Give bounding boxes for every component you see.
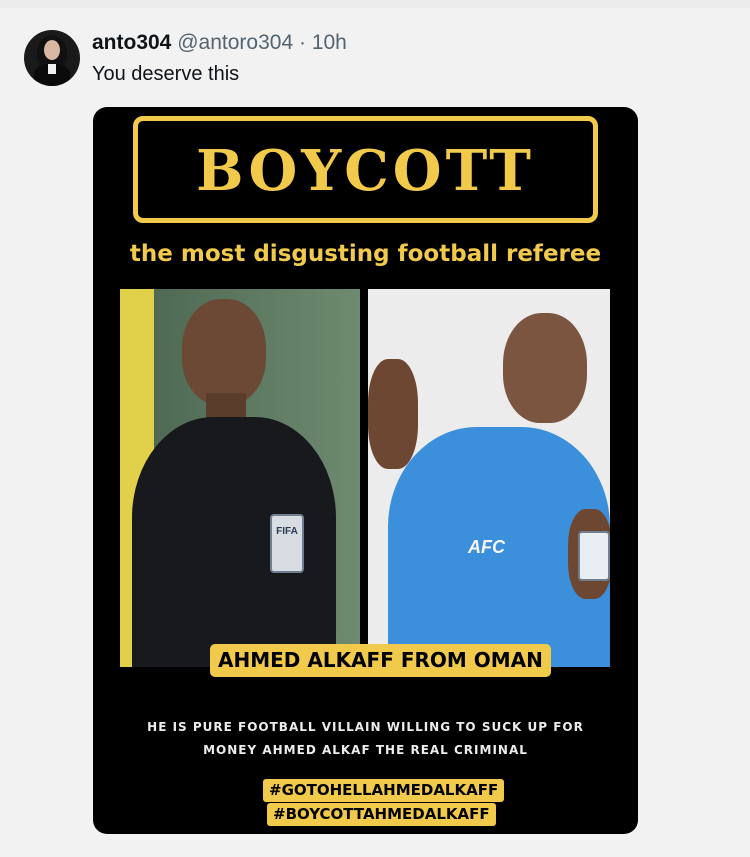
referee-badge (578, 531, 610, 581)
boycott-banner: BOYCOTT (133, 116, 598, 223)
tweet-header: anto304 @antoro304 · 10h (92, 31, 347, 55)
top-divider (0, 0, 750, 8)
referee-black-kit (132, 417, 336, 667)
fifa-badge-text: FIFA (276, 526, 298, 537)
avatar-shirt (48, 64, 56, 74)
referee-name-label: AHMED ALKAFF FROM OMAN (210, 644, 551, 677)
caption-line-1: HE IS PURE FOOTBALL VILLAIN WILLING TO S… (147, 720, 584, 734)
fifa-badge: FIFA (270, 514, 304, 573)
referee-raised-hand (368, 359, 418, 469)
hashtag-boycott: #BOYCOTTAHMEDALKAFF (267, 803, 496, 826)
separator-dot: · (298, 31, 306, 54)
timestamp[interactable]: 10h (312, 31, 347, 54)
user-handle[interactable]: @antoro304 (177, 31, 293, 54)
tweet-media-image[interactable]: BOYCOTT the most disgusting football ref… (93, 107, 638, 834)
referee-head (503, 313, 587, 423)
caption-line-2: MONEY AHMED ALKAF THE REAL CRIMINAL (203, 743, 528, 757)
referee-photo-left: FIFA (120, 289, 360, 667)
avatar[interactable] (24, 30, 80, 86)
referee-head (182, 299, 266, 405)
afc-logo: AFC (468, 537, 505, 557)
referee-photo-right: AFC (368, 289, 610, 667)
avatar-face (44, 40, 60, 60)
boycott-headline: BOYCOTT (196, 138, 535, 204)
display-name[interactable]: anto304 (92, 31, 171, 54)
hashtag-gotohell: #GOTOHELLAHMEDALKAFF (263, 779, 505, 802)
media-subtitle: the most disgusting football referee (129, 241, 602, 267)
tweet-text: You deserve this (92, 63, 240, 85)
